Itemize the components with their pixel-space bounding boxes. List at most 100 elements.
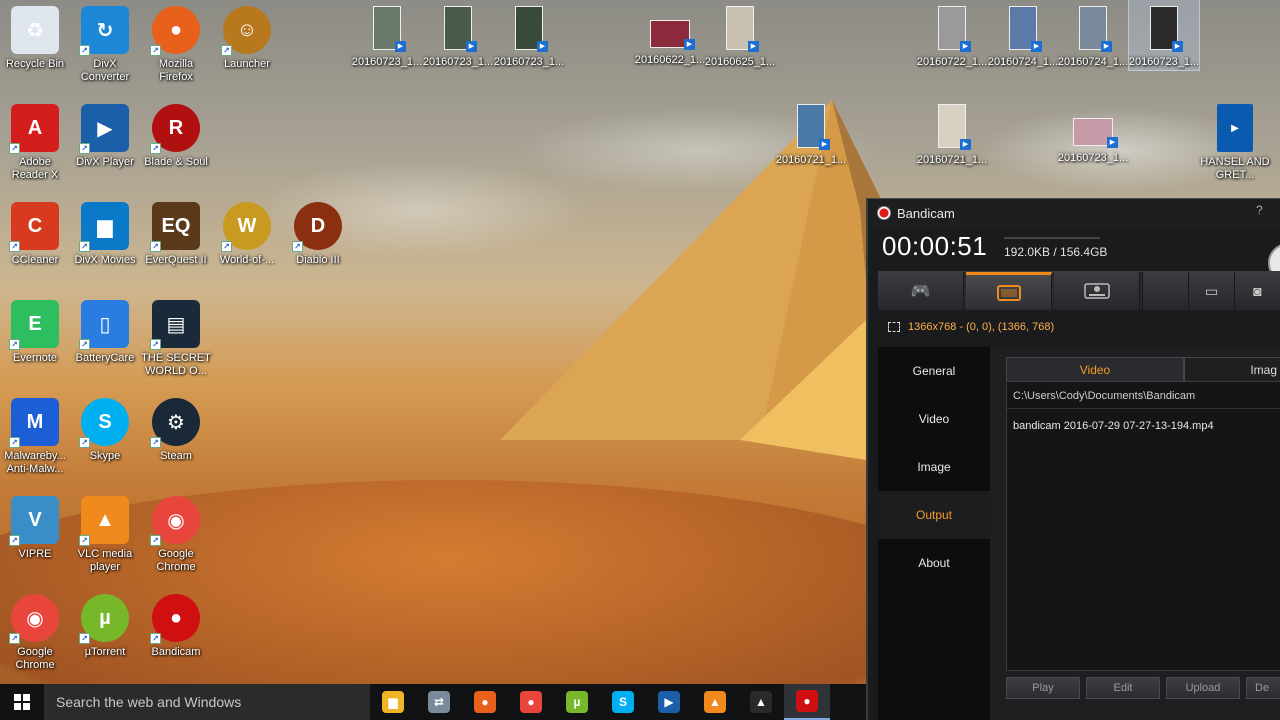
divx-file-label: HANSEL AND GRET... — [1200, 156, 1270, 181]
video-file-item[interactable]: ▶ 20160723_1... — [494, 0, 564, 70]
launcher-icon: ☺ ↗ — [221, 6, 271, 56]
taskbar-app-photos[interactable]: ▲ — [738, 684, 784, 720]
diablo-icon: D ↗ — [292, 202, 342, 252]
play-badge-icon: ▶ — [960, 139, 971, 150]
divx-file-hansel[interactable]: ▶ HANSEL AND GRET... — [1200, 98, 1270, 188]
utorrent-icon: µ — [566, 691, 588, 713]
shortcut-arrow-icon: ↗ — [79, 143, 90, 154]
help-button[interactable]: ? — [1256, 203, 1263, 217]
taskbar-app-bandicam[interactable]: ● — [784, 684, 830, 720]
shortcut-arrow-icon: ↗ — [150, 143, 161, 154]
window-title: Bandicam — [897, 206, 955, 221]
taskbar-app-file-explorer[interactable]: ▆ — [370, 684, 416, 720]
desktop-shortcut[interactable]: ◉ ↗ Google Chrome — [141, 490, 211, 580]
desktop-shortcut[interactable]: W ↗ World-of-... — [212, 196, 282, 286]
taskbar-app-utorrent[interactable]: µ — [554, 684, 600, 720]
desktop-shortcut[interactable]: R ↗ Blade & Soul — [141, 98, 211, 188]
device-mode-tab[interactable] — [1054, 272, 1140, 310]
desktop-shortcut[interactable]: ☺ ↗ Launcher — [212, 0, 282, 90]
start-button[interactable] — [0, 684, 44, 720]
video-file-item[interactable]: ▶ 20160625_1... — [705, 0, 775, 70]
desktop-shortcut[interactable]: E ↗ Evernote — [0, 294, 70, 384]
video-file-item[interactable]: ▶ 20160724_1... — [1058, 0, 1128, 70]
divx-icon: ▶ — [658, 691, 680, 713]
shortcut-arrow-icon: ↗ — [221, 241, 232, 252]
taskbar-app-firefox[interactable]: ● — [462, 684, 508, 720]
screen-mode-tab[interactable] — [966, 272, 1052, 310]
nav-image[interactable]: Image — [878, 443, 990, 491]
open-folder-button[interactable]: ▭ — [1188, 272, 1234, 310]
subtab-video[interactable]: Video — [1006, 357, 1184, 381]
desktop-shortcut[interactable]: ▆ ↗ DivX Movies — [70, 196, 140, 286]
desktop-shortcut[interactable]: ● ↗ Mozilla Firefox — [141, 0, 211, 90]
shortcut-arrow-icon: ↗ — [150, 241, 161, 252]
desktop-shortcut[interactable]: µ ↗ µTorrent — [70, 588, 140, 678]
desktop-shortcut[interactable]: ▶ ↗ DivX Player — [70, 98, 140, 188]
nav-general[interactable]: General — [878, 347, 990, 395]
taskbar-app-network[interactable]: ⇄ — [416, 684, 462, 720]
desktop-shortcut[interactable]: A ↗ Adobe Reader X — [0, 98, 70, 188]
desktop-shortcut[interactable]: ◉ ↗ Google Chrome — [0, 588, 70, 678]
taskbar-app-vlc[interactable]: ▲ — [692, 684, 738, 720]
video-file-label: 20160721_1... — [916, 154, 988, 166]
nav-output[interactable]: Output — [878, 491, 990, 539]
windows-logo-icon — [14, 694, 30, 710]
chrome-icon: ● — [520, 691, 542, 713]
chrome-icon: ◉ ↗ — [9, 594, 59, 644]
video-file-item[interactable]: ▶ 20160723_1... — [423, 0, 493, 70]
video-file-label: 20160723_1... — [493, 56, 565, 68]
taskbar-app-chrome[interactable]: ● — [508, 684, 554, 720]
upload-button[interactable]: Upload — [1166, 677, 1240, 699]
video-file-label: 20160724_1... — [1057, 56, 1129, 68]
shortcut-arrow-icon: ↗ — [79, 45, 90, 56]
desktop-shortcut[interactable]: ♻ Recycle Bin — [0, 0, 70, 90]
screenshot-button[interactable]: ◙ — [1234, 272, 1280, 310]
nav-video[interactable]: Video — [878, 395, 990, 443]
shortcut-arrow-icon: ↗ — [9, 241, 20, 252]
desktop-shortcut[interactable]: S ↗ Skype — [70, 392, 140, 482]
video-file-item[interactable]: ▶ 20160721_1... — [917, 98, 987, 168]
desktop-shortcut[interactable]: M ↗ Malwareby... Anti-Malw... — [0, 392, 70, 482]
taskbar-app-skype[interactable]: S — [600, 684, 646, 720]
desktop-shortcut[interactable]: ▤ ↗ THE SECRET WORLD O... — [141, 294, 211, 384]
recorded-files-list[interactable]: C:\Users\Cody\Documents\Bandicam bandica… — [1006, 381, 1280, 671]
game-mode-tab[interactable]: 🎮 — [878, 272, 964, 310]
recorded-file-item[interactable]: bandicam 2016-07-29 07-27-13-194.mp4 — [1013, 420, 1214, 432]
bandicam-titlebar[interactable]: Bandicam ? — [868, 199, 1280, 227]
video-file-item[interactable]: ▶ 20160723_1... — [1128, 0, 1200, 71]
desktop-shortcut[interactable]: ⚙ ↗ Steam — [141, 392, 211, 482]
shortcut-arrow-icon: ↗ — [9, 633, 20, 644]
video-file-item[interactable]: ▶ 20160724_1... — [988, 0, 1058, 70]
shortcut-arrow-icon: ↗ — [79, 241, 90, 252]
shortcut-label: CCleaner — [11, 254, 59, 266]
taskbar-app-divx[interactable]: ▶ — [646, 684, 692, 720]
video-file-item[interactable]: ▶ 20160722_1... — [917, 0, 987, 70]
video-file-item[interactable]: ▶ 20160723_1... — [1058, 98, 1128, 168]
shortcut-label: Adobe Reader X — [11, 156, 59, 181]
edit-button[interactable]: Edit — [1086, 677, 1160, 699]
desktop-shortcut[interactable]: ↻ ↗ DivX Converter — [70, 0, 140, 90]
subtab-image[interactable]: Imag — [1184, 357, 1280, 381]
desktop-shortcut[interactable]: D ↗ Diablo III — [283, 196, 353, 286]
shortcut-label: Skype — [89, 450, 121, 462]
nav-about[interactable]: About — [878, 539, 990, 587]
video-file-item[interactable]: ▶ 20160721_1... — [776, 98, 846, 168]
shortcut-label: Google Chrome — [15, 646, 55, 671]
play-badge-icon: ▶ — [748, 41, 759, 52]
video-file-item[interactable]: ▶ 20160723_1... — [352, 0, 422, 70]
video-file-item[interactable]: ▶ 20160622_1... — [635, 0, 705, 70]
video-thumbnail-icon: ▶ — [938, 104, 971, 150]
taskbar-search-box[interactable]: Search the web and Windows — [44, 684, 370, 720]
skype-icon: S ↗ — [79, 398, 129, 448]
desktop-shortcut[interactable]: ▯ ↗ BatteryCare — [70, 294, 140, 384]
desktop-shortcut[interactable]: ● ↗ Bandicam — [141, 588, 211, 678]
desktop-shortcut[interactable]: C ↗ CCleaner — [0, 196, 70, 286]
photos-icon: ▲ — [750, 691, 772, 713]
divx-movies-icon: ▆ ↗ — [79, 202, 129, 252]
play-button[interactable]: Play — [1006, 677, 1080, 699]
delete-button[interactable]: De — [1246, 677, 1280, 699]
desktop-shortcut[interactable]: V ↗ VIPRE — [0, 490, 70, 580]
desktop-shortcut[interactable]: EQ ↗ EverQuest II — [141, 196, 211, 286]
desktop-shortcut[interactable]: ▲ ↗ VLC media player — [70, 490, 140, 580]
output-subtabs: Video Imag — [1006, 357, 1280, 381]
